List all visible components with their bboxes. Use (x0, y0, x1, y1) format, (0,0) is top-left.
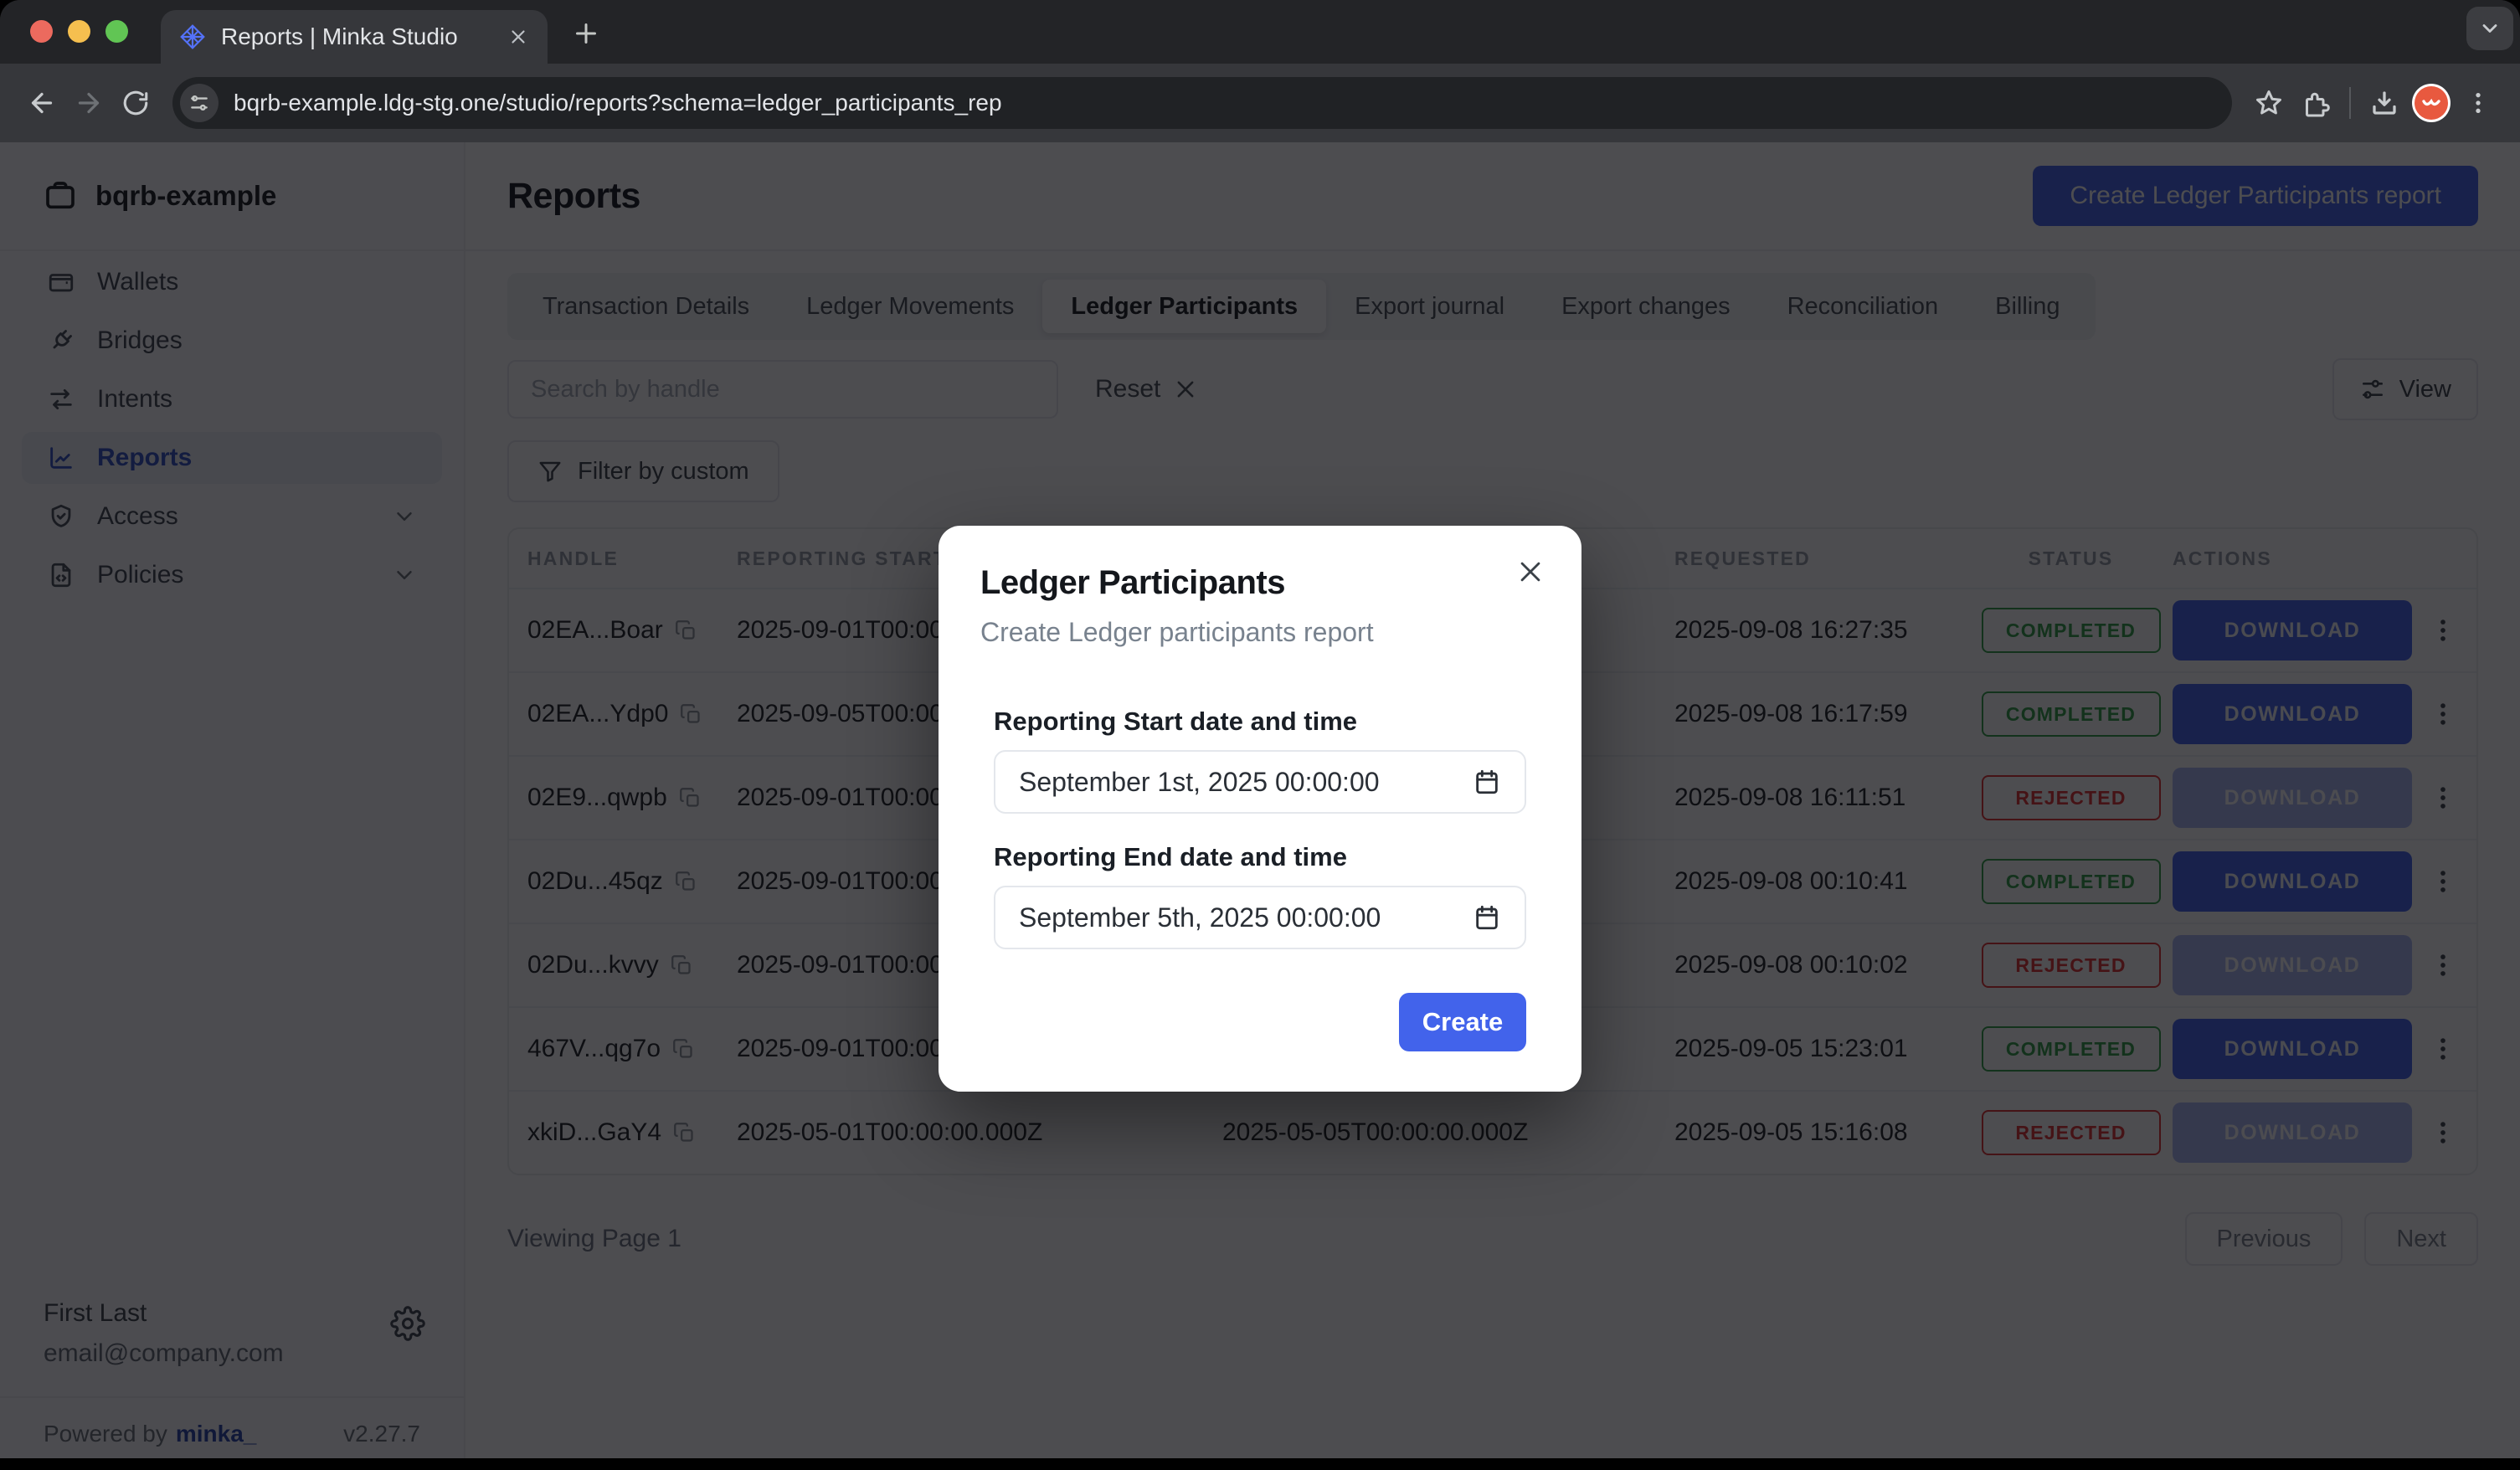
extensions-icon[interactable] (2292, 80, 2339, 126)
modal-subtitle: Create Ledger participants report (980, 617, 1540, 648)
modal-form: Reporting Start date and time September … (994, 707, 1526, 949)
reporting-end-input[interactable]: September 5th, 2025 00:00:00 (994, 886, 1526, 949)
browser-tab[interactable]: Reports | Minka Studio (161, 10, 548, 64)
reporting-end-label: Reporting End date and time (994, 842, 1526, 872)
screen-bottom-strip (0, 1458, 2520, 1470)
reporting-end-value: September 5th, 2025 00:00:00 (1019, 902, 1381, 933)
site-info-icon[interactable] (180, 84, 219, 122)
page-content: bqrb-example Wallets Bridges (0, 142, 2520, 1470)
reporting-start-label: Reporting Start date and time (994, 707, 1526, 737)
toolbar-separator (2349, 87, 2351, 119)
downloads-icon[interactable] (2361, 80, 2408, 126)
tab-close-icon[interactable] (507, 26, 529, 48)
reporting-start-input[interactable]: September 1st, 2025 00:00:00 (994, 750, 1526, 814)
browser-toolbar: bqrb-example.ldg-stg.one/studio/reports?… (0, 64, 2520, 142)
calendar-icon[interactable] (1473, 768, 1501, 796)
modal-close-icon[interactable] (1516, 558, 1545, 586)
reporting-start-value: September 1st, 2025 00:00:00 (1019, 767, 1380, 798)
minimize-window-button[interactable] (68, 20, 90, 43)
reload-button[interactable] (112, 80, 159, 126)
modal-create-button[interactable]: Create (1399, 993, 1526, 1051)
browser-window: Reports | Minka Studio bqrb-example.ldg-… (0, 0, 2520, 1470)
url-bar[interactable]: bqrb-example.ldg-stg.one/studio/reports?… (172, 77, 2232, 129)
profile-avatar[interactable] (2408, 80, 2455, 126)
bookmark-star-icon[interactable] (2245, 80, 2292, 126)
forward-button[interactable] (65, 80, 112, 126)
zoom-window-button[interactable] (105, 20, 128, 43)
browser-menu-icon[interactable] (2455, 80, 2502, 126)
new-tab-button[interactable] (571, 18, 601, 49)
browser-tab-strip: Reports | Minka Studio (0, 0, 2520, 64)
minka-favicon-icon (179, 23, 206, 50)
tab-title: Reports | Minka Studio (221, 23, 507, 50)
close-window-button[interactable] (30, 20, 53, 43)
url-text: bqrb-example.ldg-stg.one/studio/reports?… (234, 90, 1002, 116)
calendar-icon[interactable] (1473, 903, 1501, 932)
back-button[interactable] (18, 80, 65, 126)
modal-title: Ledger Participants (980, 564, 1540, 602)
tab-search-button[interactable] (2466, 7, 2513, 50)
window-controls (30, 20, 128, 43)
ledger-participants-modal: Ledger Participants Create Ledger partic… (939, 526, 1581, 1092)
